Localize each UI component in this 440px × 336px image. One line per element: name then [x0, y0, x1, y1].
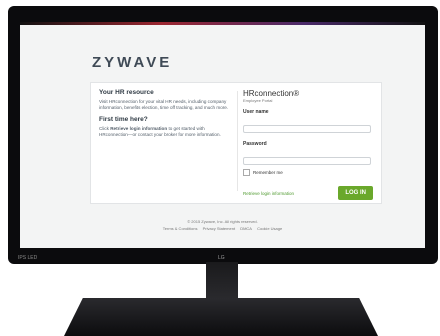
- form-actions: Retrieve login information LOG IN: [243, 186, 373, 200]
- username-label: User name: [243, 109, 269, 115]
- password-input[interactable]: [243, 157, 371, 165]
- first-time-retrieve-link[interactable]: Retrieve login information: [110, 126, 167, 131]
- resource-body: Visit HRconnection for your vital HR nee…: [99, 99, 229, 110]
- screen: ZYWAVE Your HR resource Visit HRconnecti…: [20, 22, 425, 248]
- product-name: HRconnection®: [243, 89, 300, 98]
- monitor-stand-base: [64, 298, 378, 336]
- first-time-body-pre: Click: [99, 126, 109, 131]
- password-label: Password: [243, 141, 267, 147]
- bezel-model-label: IPS LED: [18, 255, 38, 261]
- first-time-body: Click Retrieve login information to get …: [99, 126, 229, 138]
- retrieve-login-link[interactable]: Retrieve login information: [243, 191, 294, 196]
- footer-link-privacy[interactable]: Privacy Statement: [203, 226, 235, 231]
- zywave-logo: ZYWAVE: [92, 54, 173, 71]
- info-column: Your HR resource Visit HRconnection for …: [99, 89, 229, 143]
- login-form: HRconnection® Employee Portal User name …: [243, 89, 373, 200]
- screen-top-accent: [20, 22, 425, 25]
- footer-link-terms[interactable]: Terms & Conditions: [163, 226, 198, 231]
- copyright: © 2015 Zywave, Inc. All rights reserved.: [187, 219, 258, 224]
- footer-link-cookie[interactable]: Cookie Usage: [257, 226, 282, 231]
- login-button[interactable]: LOG IN: [338, 186, 373, 200]
- column-divider: [237, 91, 238, 191]
- resource-heading: Your HR resource: [99, 89, 154, 96]
- remember-row: Remember me: [243, 169, 373, 176]
- username-input[interactable]: [243, 125, 371, 133]
- footer-link-dmca[interactable]: DMCA: [240, 226, 252, 231]
- remember-label: Remember me: [253, 170, 283, 175]
- first-time-heading: First time here?: [99, 116, 148, 123]
- bezel-brand-mark: LG: [218, 255, 225, 261]
- product-subtitle: Employee Portal: [243, 98, 273, 103]
- monitor-stand-neck: [206, 262, 238, 302]
- monitor: ZYWAVE Your HR resource Visit HRconnecti…: [8, 6, 438, 264]
- login-card: Your HR resource Visit HRconnection for …: [90, 82, 382, 204]
- remember-checkbox[interactable]: [243, 169, 250, 176]
- footer-links: Terms & Conditions Privacy Statement DMC…: [20, 226, 425, 231]
